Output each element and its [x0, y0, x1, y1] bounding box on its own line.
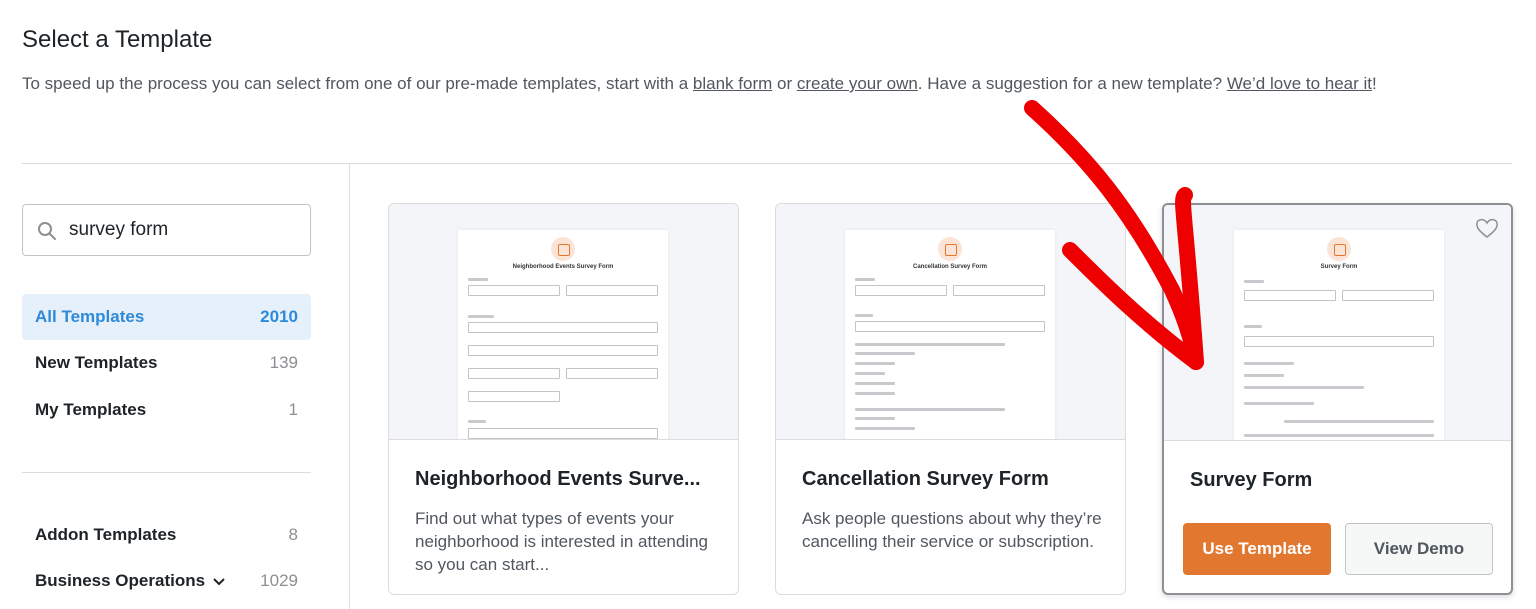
sidebar-item-label: Addon Templates: [35, 525, 177, 544]
sidebar-item-business-operations[interactable]: Business Operations 1029: [22, 558, 311, 604]
sidebar-item-count: 1: [288, 400, 298, 419]
sidebar-item-label: My Templates: [35, 400, 147, 419]
search-input[interactable]: [69, 217, 299, 243]
sidebar-item-label-group: Business Operations: [35, 571, 225, 591]
description-text: To speed up the process you can select f…: [22, 74, 693, 93]
card-title: Cancellation Survey Form: [802, 468, 1049, 490]
sidebar-item-count: 139: [269, 353, 298, 372]
sidebar-item-label: All Templates: [35, 307, 145, 326]
message-icon: [1327, 237, 1351, 261]
sidebar-item-all-templates[interactable]: All Templates 2010: [22, 294, 311, 340]
form-preview-sheet: Cancellation Survey Form: [845, 230, 1055, 439]
sidebar-item-my-templates[interactable]: My Templates 1: [22, 387, 311, 433]
search-icon: [38, 222, 56, 240]
create-your-own-link[interactable]: create your own: [797, 74, 918, 93]
card-description: Ask people questions about why they’re c…: [802, 509, 1102, 551]
card-title: Neighborhood Events Surve...: [415, 468, 701, 490]
description-text: !: [1372, 74, 1377, 93]
suggestion-link[interactable]: We’d love to hear it: [1227, 74, 1372, 93]
sidebar-item-count: 1029: [260, 571, 298, 590]
sidebar-divider-vertical: [349, 164, 350, 609]
page-title: Select a Template: [22, 26, 213, 53]
sidebar-item-label: Business Operations: [35, 571, 206, 590]
sidebar-divider: [22, 472, 311, 473]
sidebar-item-count: 2010: [260, 307, 298, 326]
blank-form-link[interactable]: blank form: [693, 74, 772, 93]
template-preview: Survey Form: [1164, 205, 1511, 441]
preview-form-title: Neighborhood Events Survey Form: [512, 264, 614, 270]
preview-form-title: Cancellation Survey Form: [912, 264, 988, 270]
template-preview: Neighborhood Events Survey Form: [389, 204, 738, 440]
header-divider: [22, 163, 1512, 164]
heart-icon[interactable]: [1475, 217, 1499, 239]
page-description: To speed up the process you can select f…: [22, 68, 1512, 99]
sidebar-item-label: New Templates: [35, 353, 158, 372]
form-preview-sheet: Neighborhood Events Survey Form: [458, 230, 668, 439]
sidebar-item-addon-templates[interactable]: Addon Templates 8: [22, 512, 311, 558]
calendar-icon: [551, 237, 575, 261]
template-card-cancellation-survey[interactable]: Cancellation Survey Form Cancellation Su…: [775, 203, 1126, 595]
home-icon: [938, 237, 962, 261]
form-preview-sheet: Survey Form: [1234, 230, 1444, 440]
template-card-survey-form[interactable]: Survey Form Survey Form Use Template Vie…: [1162, 203, 1513, 595]
description-text: . Have a suggestion for a new template?: [917, 74, 1227, 93]
card-title: Survey Form: [1190, 469, 1313, 491]
description-text: or: [772, 74, 797, 93]
search-box[interactable]: [22, 204, 311, 256]
view-demo-button[interactable]: View Demo: [1345, 523, 1493, 575]
template-preview: Cancellation Survey Form: [776, 204, 1125, 440]
sidebar-item-count: 8: [288, 525, 298, 544]
use-template-button[interactable]: Use Template: [1183, 523, 1331, 575]
template-card-neighborhood-events[interactable]: Neighborhood Events Survey Form Neighbor…: [388, 203, 739, 595]
chevron-down-icon[interactable]: [213, 577, 225, 586]
preview-form-title: Survey Form: [1320, 264, 1358, 270]
sidebar-item-new-templates[interactable]: New Templates 139: [22, 340, 311, 386]
card-description: Find out what types of events your neigh…: [415, 509, 708, 574]
